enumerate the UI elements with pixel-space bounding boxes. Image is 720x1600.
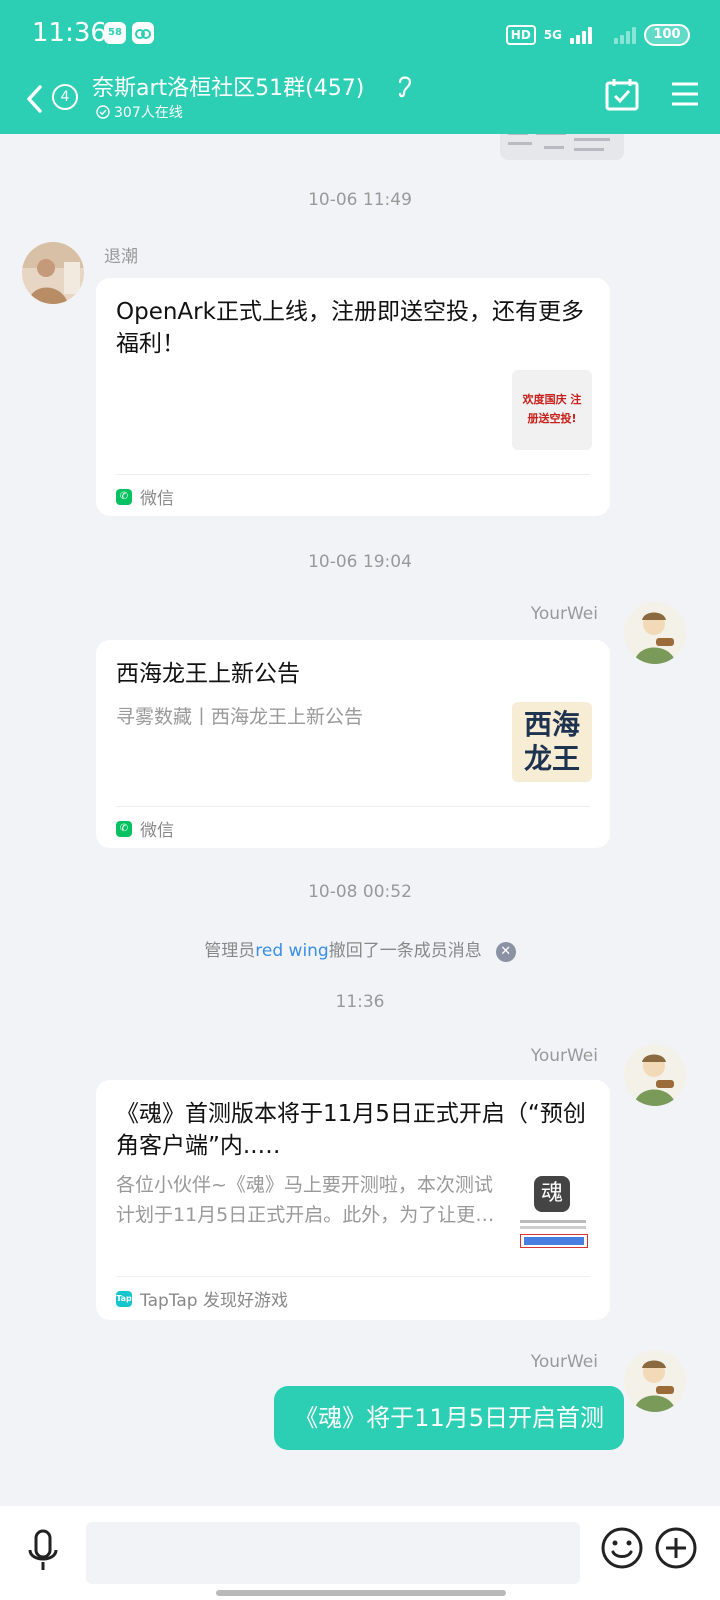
wechat-icon: ✆ (116, 488, 132, 505)
sender-name: YourWei (530, 604, 598, 624)
source-label: TapTap 发现好游戏 (140, 1291, 288, 1311)
status-time: 11:36 (32, 18, 107, 48)
avatar[interactable] (624, 1350, 686, 1412)
source-label: 微信 (140, 821, 174, 841)
card-thumbnail: 西海 龙王 (512, 702, 592, 782)
card-title: OpenArk正式上线，注册即送空投，还有更多福利！ (116, 299, 584, 357)
card-divider (116, 806, 590, 807)
avatar[interactable] (624, 1044, 686, 1106)
app-header: 11:36 58 HD 5G 100 4 奈斯art洛桓社区51群(457) 3… (0, 0, 720, 134)
card-source: Tap TapTap 发现好游戏 (116, 1286, 288, 1311)
message-input[interactable] (86, 1522, 580, 1584)
card-title: 西海龙王上新公告 (116, 661, 300, 687)
battery-icon: 100 (644, 24, 690, 46)
nav-bar: 4 奈斯art洛桓社区51群(457) 307人在线 (0, 68, 720, 132)
network-type: 5G (543, 28, 562, 42)
source-label: 微信 (140, 489, 174, 509)
online-status: 307人在线 (96, 102, 183, 122)
recall-text: 撤回了一条成员消息 (328, 941, 482, 961)
admin-name-link[interactable]: red wing (255, 941, 328, 961)
wechat-icon: ✆ (116, 820, 132, 837)
message-timestamp: 10-06 11:49 (308, 190, 412, 210)
close-icon[interactable]: ✕ (495, 942, 516, 962)
thumbnail-text: 欢度国庆 注册送空投! (522, 393, 582, 425)
status-bar: 11:36 58 HD 5G 100 (0, 0, 720, 68)
add-icon[interactable] (654, 1526, 698, 1570)
recall-prefix: 管理员 (204, 941, 256, 961)
status-indicators: HD 5G 100 (505, 22, 690, 48)
card-divider (116, 474, 590, 475)
avatar[interactable] (624, 602, 686, 664)
input-bar (0, 1506, 720, 1600)
ear-icon[interactable] (394, 72, 416, 100)
menu-icon[interactable] (670, 80, 700, 108)
calendar-check-icon[interactable] (604, 76, 640, 112)
message-timestamp: 10-06 19:04 (308, 552, 412, 572)
hd-icon: HD (505, 25, 536, 45)
link-card-message[interactable]: 西海龙王上新公告 寻雾数藏丨西海龙王上新公告 西海 龙王 ✆ 微信 (96, 640, 610, 848)
chevron-left-icon (27, 85, 42, 113)
message-timestamp: 11:36 (335, 992, 385, 1012)
chat-message-list[interactable]: 10-06 11:49 退潮 OpenArk正式上线，注册即送空投，还有更多福利… (0, 134, 720, 1506)
avatar[interactable] (22, 242, 84, 304)
check-circle-icon (96, 105, 110, 119)
online-count: 307人在线 (114, 105, 183, 121)
game-logo: 魂 (534, 1176, 570, 1212)
link-card-message[interactable]: OpenArk正式上线，注册即送空投，还有更多福利！ 欢度国庆 注册送空投! ✆… (96, 278, 610, 516)
card-divider (116, 1276, 590, 1277)
previous-image-message[interactable] (500, 134, 624, 160)
back-button[interactable]: 4 (22, 78, 82, 118)
card-thumbnail: 魂 (514, 1174, 592, 1258)
sender-name: 退潮 (104, 247, 138, 267)
card-description: 各位小伙伴~《魂》马上要开测啦，本次测试计划于11月5日正式开启。此外，为了让更… (116, 1174, 495, 1226)
thumbnail-text: 西海 (523, 708, 580, 741)
link-card-message[interactable]: 《魂》首测版本将于11月5日正式开启（“预创角客户端”内..… 各位小伙伴~《魂… (96, 1080, 610, 1320)
card-title: 《魂》首测版本将于11月5日正式开启（“预创角客户端”内..… (116, 1101, 586, 1159)
sender-name: YourWei (530, 1352, 598, 1372)
signal-icon (570, 26, 592, 44)
app-notification-icon: 58 (104, 22, 126, 44)
unread-count-badge: 4 (52, 84, 78, 110)
message-timestamp: 10-08 00:52 (308, 882, 412, 902)
microphone-icon[interactable] (24, 1528, 62, 1574)
signal-secondary-icon (614, 26, 636, 44)
recall-notice: 管理员red wing撤回了一条成员消息 ✕ (0, 936, 720, 962)
home-indicator[interactable] (216, 1590, 506, 1596)
thumbnail-text: 龙王 (523, 742, 580, 775)
card-description: 寻雾数藏丨西海龙王上新公告 (116, 706, 364, 728)
card-source: ✆ 微信 (116, 816, 174, 841)
text-message-bubble[interactable]: 《魂》将于11月5日开启首测 (274, 1386, 624, 1450)
cloud-app-icon (132, 22, 154, 44)
taptap-icon: Tap (116, 1290, 132, 1307)
emoji-icon[interactable] (600, 1526, 644, 1570)
card-thumbnail: 欢度国庆 注册送空投! (512, 370, 592, 450)
sender-name: YourWei (530, 1046, 598, 1066)
card-source: ✆ 微信 (116, 484, 174, 509)
group-title[interactable]: 奈斯art洛桓社区51群(457) (92, 70, 364, 102)
